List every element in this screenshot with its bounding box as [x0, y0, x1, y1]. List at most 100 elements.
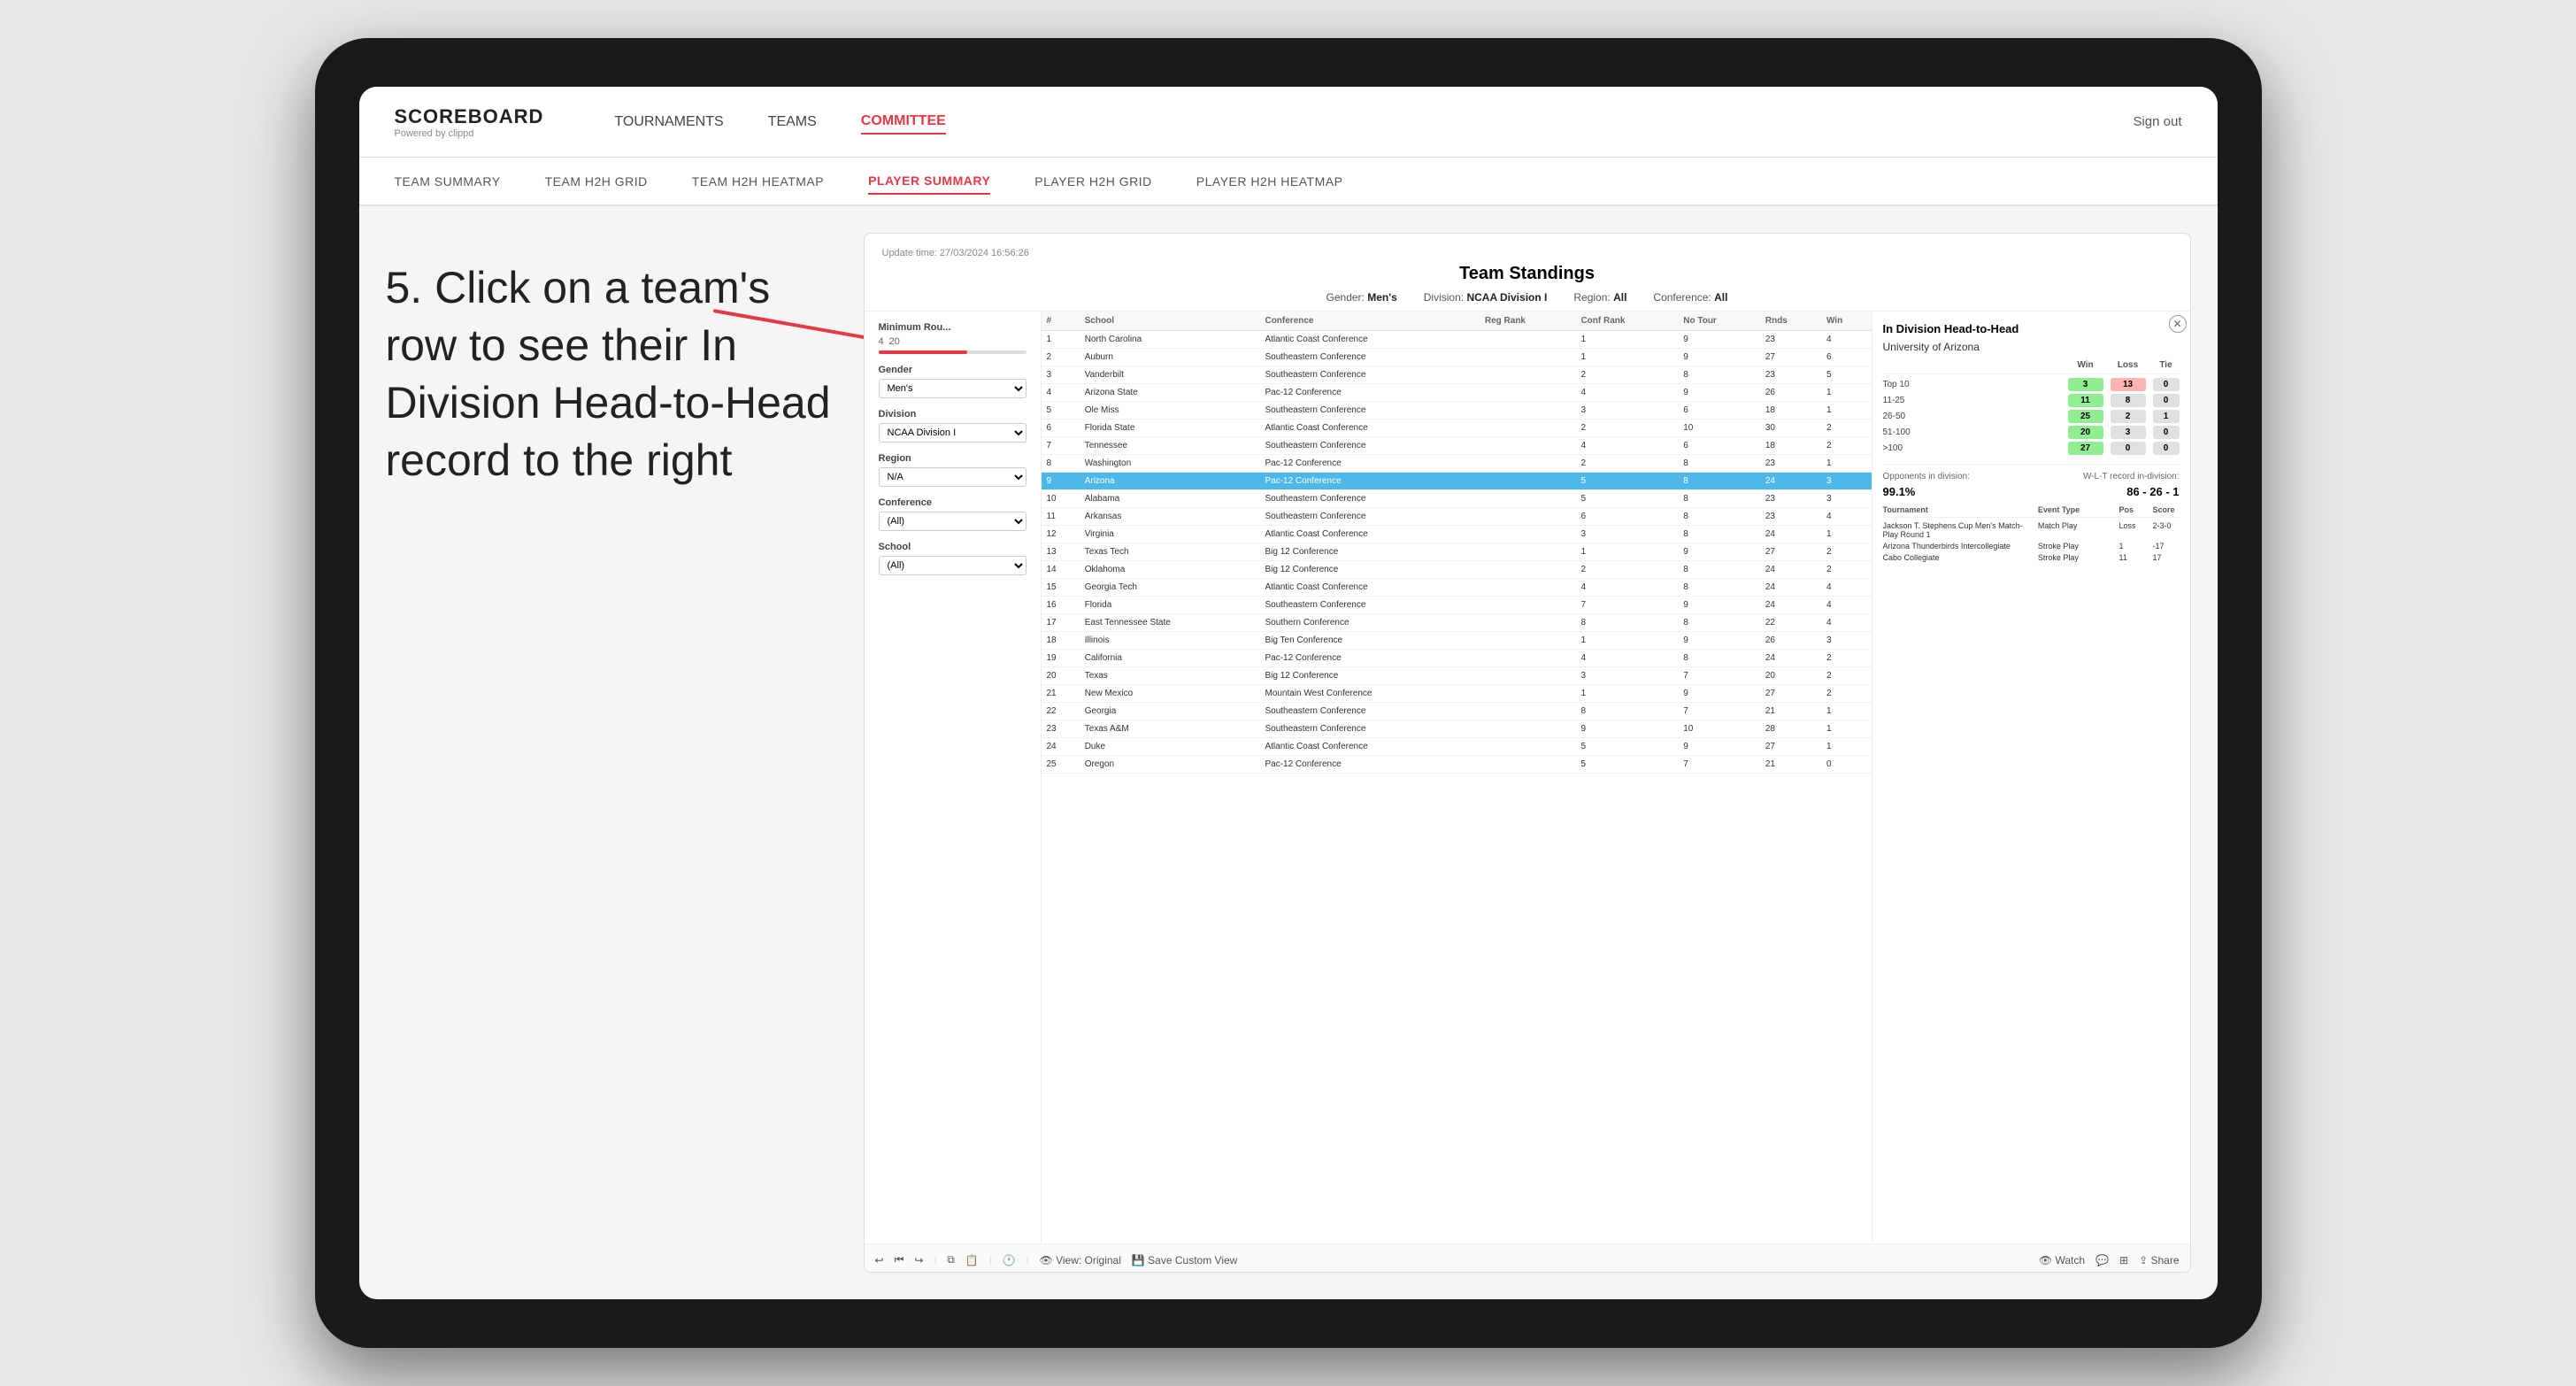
watch-button[interactable]: 👁 Watch — [2039, 1254, 2085, 1267]
table-row[interactable]: 16 Florida Southeastern Conference 7 9 2… — [1042, 597, 1872, 614]
table-row[interactable]: 17 East Tennessee State Southern Confere… — [1042, 614, 1872, 632]
tournament-header: Tournament Event Type Pos Score — [1883, 505, 2180, 518]
table-row[interactable]: 23 Texas A&M Southeastern Conference 9 1… — [1042, 720, 1872, 738]
division-label: Division — [879, 409, 1027, 420]
scoreboard-filters: Gender: Men's Division: NCAA Division I … — [882, 291, 2172, 304]
table-row[interactable]: 21 New Mexico Mountain West Conference 1… — [1042, 685, 1872, 703]
division-filter: Division NCAA Division I — [879, 409, 1027, 443]
table-row[interactable]: 18 Illinois Big Ten Conference 1 9 26 3 — [1042, 632, 1872, 650]
divh2h-row-26-50: 26-50 25 2 1 — [1883, 410, 2180, 423]
subnav-team-h2h-grid[interactable]: TEAM H2H GRID — [545, 169, 648, 194]
comment-button[interactable]: 💬 — [2095, 1254, 2109, 1267]
region-label: Region — [879, 453, 1027, 464]
col-school: School — [1080, 312, 1260, 331]
table-row[interactable]: 5 Ole Miss Southeastern Conference 3 6 1… — [1042, 402, 1872, 420]
opponents-row: Opponents in division: W-L-T record in-d… — [1883, 472, 2180, 481]
copy-button[interactable]: ⧉ — [947, 1253, 955, 1267]
table-row[interactable]: 11 Arkansas Southeastern Conference 6 8 … — [1042, 508, 1872, 526]
table-row[interactable]: 13 Texas Tech Big 12 Conference 1 9 27 2 — [1042, 543, 1872, 561]
table-row[interactable]: 24 Duke Atlantic Coast Conference 5 9 27… — [1042, 738, 1872, 756]
gender-label: Gender — [879, 365, 1027, 375]
record-label: W-L-T record in-division: — [2083, 472, 2180, 481]
subnav-player-summary[interactable]: PLAYER SUMMARY — [868, 168, 990, 195]
redo-button[interactable]: ↪ — [914, 1254, 923, 1267]
table-row[interactable]: 25 Oregon Pac-12 Conference 5 7 21 0 — [1042, 756, 1872, 774]
nav-links: TOURNAMENTS TEAMS COMMITTEE — [614, 110, 2080, 135]
divh2h-panel: In Division Head-to-Head ✕ University of… — [1872, 312, 2190, 1244]
left-filters: Minimum Rou... 4 20 Gender — [865, 312, 1042, 1244]
clock-button[interactable]: 🕐 — [1003, 1254, 1016, 1267]
gender-filter: Gender Men's — [879, 365, 1027, 398]
col-rnds: Rnds — [1760, 312, 1821, 331]
annotation-text: 5. Click on a team's row to see their In… — [386, 259, 846, 489]
scoreboard-container: Update time: 27/03/2024 16:56:26 Team St… — [864, 233, 2191, 1273]
nav-committee[interactable]: COMMITTEE — [861, 110, 946, 135]
scoreboard-header: Update time: 27/03/2024 16:56:26 Team St… — [865, 234, 2190, 312]
col-win: Win — [1821, 312, 1872, 331]
step-back-button[interactable]: ⏮ — [895, 1253, 904, 1267]
subnav-team-summary[interactable]: TEAM SUMMARY — [395, 169, 501, 194]
tournament-row-1[interactable]: Jackson T. Stephens Cup Men's Match-Play… — [1883, 521, 2180, 539]
table-row[interactable]: 8 Washington Pac-12 Conference 2 8 23 1 — [1042, 455, 1872, 473]
table-row[interactable]: 12 Virginia Atlantic Coast Conference 3 … — [1042, 526, 1872, 543]
region-select[interactable]: N/A — [879, 467, 1027, 487]
divh2h-tournaments: Tournament Event Type Pos Score Jackson … — [1883, 505, 2180, 562]
scoreboard-body: Minimum Rou... 4 20 Gender — [865, 312, 2190, 1244]
sign-out-button[interactable]: Sign out — [2133, 114, 2181, 129]
conference-filter: Conference (All) — [879, 497, 1027, 531]
sub-nav: TEAM SUMMARY TEAM H2H GRID TEAM H2H HEAT… — [359, 158, 2218, 206]
sb-toolbar: ↩ ⏮ ↪ | ⧉ 📋 | 🕐 | 👁 View: Original 💾 Sav… — [865, 1244, 2190, 1273]
divh2h-row-51-100: 51-100 20 3 0 — [1883, 426, 2180, 439]
table-row[interactable]: 3 Vanderbilt Southeastern Conference 2 8… — [1042, 366, 1872, 384]
filter-region: Region: All — [1573, 291, 1626, 304]
table-row[interactable]: 9 Arizona Pac-12 Conference 5 8 24 3 — [1042, 473, 1872, 490]
divh2h-row-100plus: >100 27 0 0 — [1883, 442, 2180, 455]
tournament-row-2[interactable]: Arizona Thunderbirds Intercollegiate Str… — [1883, 542, 2180, 551]
share-button[interactable]: ⇪ Share — [2139, 1254, 2179, 1267]
divh2h-row-top10: Top 10 3 13 0 — [1883, 378, 2180, 391]
division-select[interactable]: NCAA Division I — [879, 423, 1027, 443]
table-row[interactable]: 1 North Carolina Atlantic Coast Conferen… — [1042, 331, 1872, 349]
save-custom-button[interactable]: 💾 Save Custom View — [1132, 1254, 1237, 1267]
grid-button[interactable]: ⊞ — [2119, 1254, 2128, 1267]
subnav-player-h2h-grid[interactable]: PLAYER H2H GRID — [1034, 169, 1152, 194]
scoreboard-title: Team Standings — [882, 264, 2172, 284]
table-row[interactable]: 19 California Pac-12 Conference 4 8 24 2 — [1042, 650, 1872, 667]
divh2h-table-header: Win Loss Tie — [1883, 360, 2180, 374]
table-row[interactable]: 2 Auburn Southeastern Conference 1 9 27 … — [1042, 349, 1872, 366]
tablet-device: SCOREBOARD Powered by clippd TOURNAMENTS… — [315, 38, 2262, 1348]
tournament-row-3[interactable]: Cabo Collegiate Stroke Play 11 17 — [1883, 553, 2180, 562]
col-no-tour: No Tour — [1678, 312, 1760, 331]
nav-bar: SCOREBOARD Powered by clippd TOURNAMENTS… — [359, 87, 2218, 158]
nav-tournaments[interactable]: TOURNAMENTS — [614, 111, 723, 134]
close-divh2h-button[interactable]: ✕ — [2169, 315, 2187, 333]
view-original-button[interactable]: 👁 View: Original — [1040, 1254, 1121, 1267]
table-row[interactable]: 20 Texas Big 12 Conference 3 7 20 2 — [1042, 667, 1872, 685]
table-row[interactable]: 15 Georgia Tech Atlantic Coast Conferenc… — [1042, 579, 1872, 597]
gender-select[interactable]: Men's — [879, 379, 1027, 398]
undo-button[interactable]: ↩ — [875, 1254, 884, 1267]
subnav-team-h2h-heatmap[interactable]: TEAM H2H HEATMAP — [692, 169, 824, 194]
table-row[interactable]: 22 Georgia Southeastern Conference 8 7 2… — [1042, 703, 1872, 720]
col-num: # — [1042, 312, 1080, 331]
conference-select[interactable]: (All) — [879, 512, 1027, 531]
table-row[interactable]: 10 Alabama Southeastern Conference 5 8 2… — [1042, 490, 1872, 508]
school-label: School — [879, 542, 1027, 552]
school-select[interactable]: (All) — [879, 556, 1027, 575]
filter-gender: Gender: Men's — [1326, 291, 1397, 304]
subnav-player-h2h-heatmap[interactable]: PLAYER H2H HEATMAP — [1196, 169, 1343, 194]
table-row[interactable]: 4 Arizona State Pac-12 Conference 4 9 26… — [1042, 384, 1872, 402]
divh2h-title: In Division Head-to-Head — [1883, 322, 2019, 335]
paste-button[interactable]: 📋 — [965, 1254, 979, 1267]
min-rounds-label: Minimum Rou... — [879, 322, 1027, 333]
min-rounds-slider[interactable] — [879, 350, 1027, 354]
standings-table-area: # School Conference Reg Rank Conf Rank N… — [1042, 312, 1872, 1244]
table-row[interactable]: 14 Oklahoma Big 12 Conference 2 8 24 2 — [1042, 561, 1872, 579]
table-row[interactable]: 6 Florida State Atlantic Coast Conferenc… — [1042, 420, 1872, 437]
min-rounds-filter: Minimum Rou... 4 20 — [879, 322, 1027, 354]
arrow-annotation — [713, 309, 873, 312]
table-row[interactable]: 7 Tennessee Southeastern Conference 4 6 … — [1042, 437, 1872, 455]
col-conference: Conference — [1259, 312, 1479, 331]
divh2h-row-11-25: 11-25 11 8 0 — [1883, 394, 2180, 407]
nav-teams[interactable]: TEAMS — [768, 111, 817, 134]
